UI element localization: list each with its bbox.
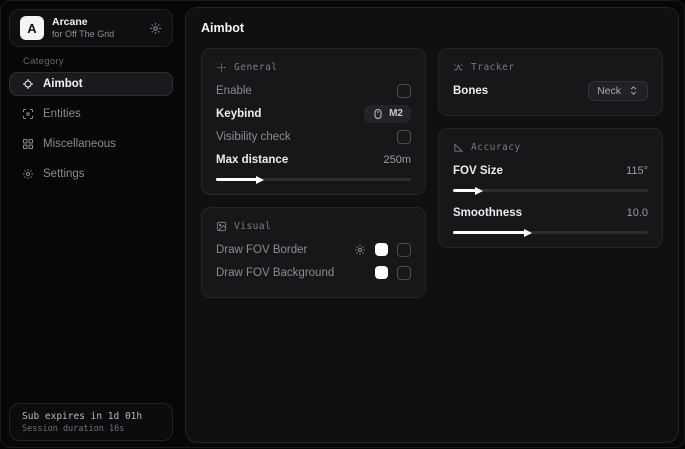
keybind-row: Keybind M2 <box>216 102 411 125</box>
sidebar-item-miscellaneous[interactable]: Miscellaneous <box>9 132 173 156</box>
bones-row: Bones Neck <box>453 79 648 102</box>
max-distance-row: Max distance 250m <box>216 148 411 171</box>
fov-size-row: FOV Size 115° <box>453 159 648 182</box>
max-distance-slider-fill <box>216 178 257 181</box>
visibility-check-row: Visibility check <box>216 125 411 148</box>
crosshair-dot-icon <box>216 62 227 73</box>
sidebar-item-label: Settings <box>43 168 85 180</box>
sidebar-item-settings[interactable]: Settings <box>9 162 173 186</box>
general-panel-title: General <box>216 58 411 76</box>
gear-icon <box>22 168 34 180</box>
bones-select[interactable]: Neck <box>588 81 648 101</box>
smoothness-slider[interactable] <box>453 231 648 234</box>
fov-border-color-swatch[interactable] <box>375 243 388 256</box>
draw-fov-border-checkbox[interactable] <box>397 243 411 257</box>
general-panel: General Enable Keybind M2 <box>201 48 426 195</box>
keybind-label: Keybind <box>216 108 261 120</box>
bones-label: Bones <box>453 85 488 97</box>
sidebar-item-entities[interactable]: Entities <box>9 102 173 126</box>
draw-fov-background-checkbox[interactable] <box>397 266 411 280</box>
sub-expires-text: Sub expires in 1d 01h <box>22 411 160 422</box>
enable-row: Enable <box>216 79 411 102</box>
grid-icon <box>22 138 34 150</box>
fov-size-value: 115° <box>626 165 648 177</box>
tracker-panel: Tracker Bones Neck <box>438 48 663 116</box>
visual-panel-title: Visual <box>216 217 411 235</box>
max-distance-slider[interactable] <box>216 178 411 181</box>
sidebar-item-aimbot[interactable]: Aimbot <box>9 72 173 96</box>
session-duration-text: Session duration 16s <box>22 424 160 434</box>
draw-fov-border-label: Draw FOV Border <box>216 244 307 256</box>
crosshair-icon <box>22 78 34 90</box>
keybind-value: M2 <box>389 108 403 119</box>
visibility-check-label: Visibility check <box>216 131 291 143</box>
sidebar-nav: Aimbot Entities Miscellaneous Settings <box>9 72 173 186</box>
smoothness-row: Smoothness 10.0 <box>453 201 648 224</box>
gear-icon[interactable] <box>149 22 162 35</box>
enable-label: Enable <box>216 85 252 97</box>
max-distance-value: 250m <box>383 154 411 166</box>
sidebar: A Arcane for Off The Grid Category Aimbo… <box>1 1 181 449</box>
fov-size-slider-fill <box>453 189 476 192</box>
gear-icon[interactable] <box>354 244 366 256</box>
triangle-ruler-icon <box>453 142 464 153</box>
enable-checkbox[interactable] <box>397 84 411 98</box>
fov-size-slider[interactable] <box>453 189 648 192</box>
scan-eye-icon <box>22 108 34 120</box>
max-distance-slider-thumb[interactable] <box>256 176 264 184</box>
accuracy-panel: Accuracy FOV Size 115° <box>438 128 663 248</box>
fov-size-label: FOV Size <box>453 165 503 177</box>
subscription-card: Sub expires in 1d 01h Session duration 1… <box>9 403 173 441</box>
mouse-icon <box>372 108 384 120</box>
smoothness-slider-fill <box>453 231 525 234</box>
max-distance-label: Max distance <box>216 154 288 166</box>
brand-text: Arcane for Off The Grid <box>52 16 141 40</box>
smoothness-value: 10.0 <box>627 207 648 219</box>
sidebar-item-label: Miscellaneous <box>43 138 116 150</box>
tracker-panel-title: Tracker <box>453 58 648 76</box>
route-icon <box>453 62 464 73</box>
visual-panel: Visual Draw FOV Border Draw F <box>201 207 426 298</box>
category-label: Category <box>23 56 64 67</box>
smoothness-slider-thumb[interactable] <box>524 229 532 237</box>
brand-logo: A <box>20 16 44 40</box>
smoothness-label: Smoothness <box>453 207 522 219</box>
draw-fov-border-row: Draw FOV Border <box>216 238 411 261</box>
image-icon <box>216 221 227 232</box>
visibility-check-checkbox[interactable] <box>397 130 411 144</box>
draw-fov-background-label: Draw FOV Background <box>216 267 334 279</box>
app-window: A Arcane for Off The Grid Category Aimbo… <box>0 0 685 448</box>
brand-name: Arcane <box>52 16 141 29</box>
bones-selected-value: Neck <box>597 85 621 97</box>
fov-size-slider-thumb[interactable] <box>475 187 483 195</box>
sidebar-item-label: Aimbot <box>43 78 83 90</box>
fov-background-color-swatch[interactable] <box>375 266 388 279</box>
sidebar-item-label: Entities <box>43 108 81 120</box>
keybind-button[interactable]: M2 <box>364 105 411 123</box>
main-panel: Aimbot General Enable <box>185 7 679 443</box>
brand-card: A Arcane for Off The Grid <box>9 9 173 47</box>
brand-subtitle: for Off The Grid <box>52 29 141 40</box>
accuracy-panel-title: Accuracy <box>453 138 648 156</box>
page-title: Aimbot <box>201 21 663 35</box>
chevrons-up-down-icon <box>628 85 639 96</box>
draw-fov-background-row: Draw FOV Background <box>216 261 411 284</box>
